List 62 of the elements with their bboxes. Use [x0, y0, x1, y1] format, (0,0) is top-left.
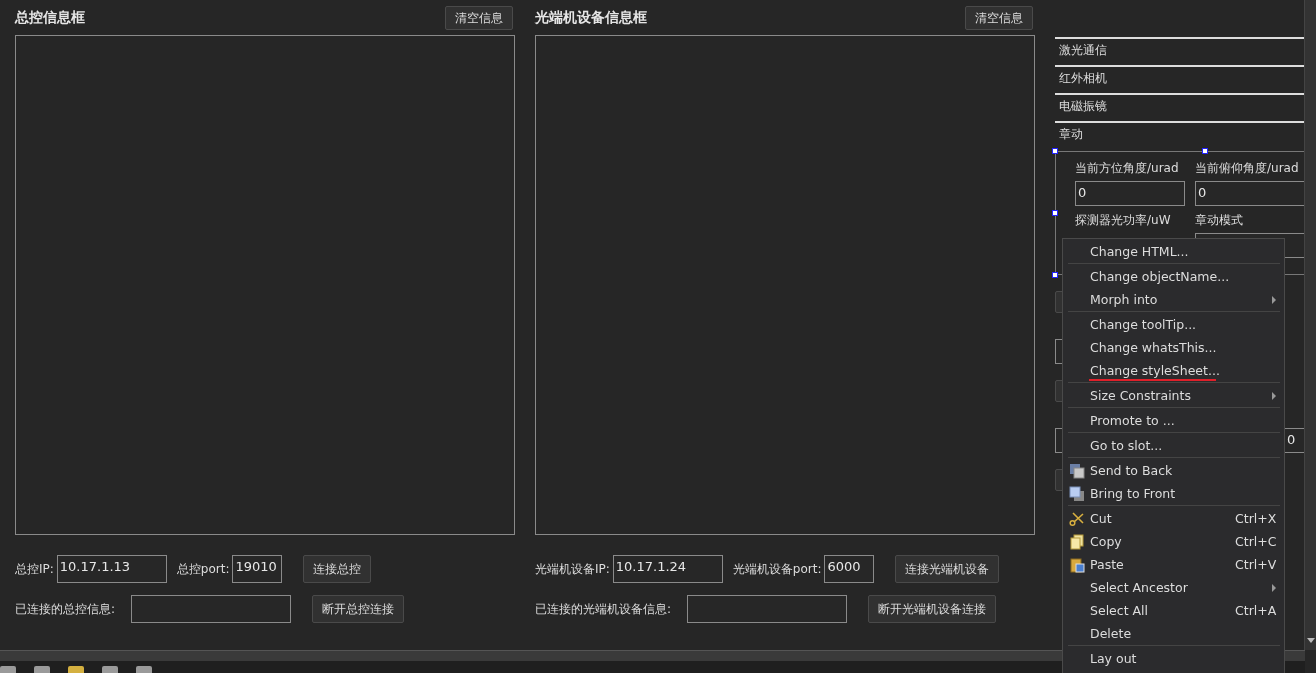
input-field[interactable]: 0 [1195, 181, 1305, 206]
ip-label: 光端机设备IP: [535, 560, 610, 578]
input-field[interactable] [131, 595, 292, 623]
clear-button[interactable]: 清空信息 [445, 6, 513, 30]
input-field[interactable] [687, 595, 848, 623]
menu-item[interactable]: Lay out [1063, 647, 1284, 670]
port-label: 总控port: [176, 560, 230, 578]
connected-info-label: 已连接的总控信息: [15, 600, 116, 618]
send-back-icon [1068, 462, 1085, 479]
selection-handle[interactable] [1202, 148, 1208, 154]
bring-front-icon [1068, 485, 1085, 502]
menu-item[interactable]: Send to Back [1063, 459, 1284, 482]
input-field[interactable]: 0 [1285, 428, 1305, 453]
disconnect-button[interactable]: 断开总控连接 [312, 595, 405, 623]
menu-item[interactable]: Select All Ctrl+A [1063, 599, 1284, 622]
field-label: 章动模式 [1195, 212, 1244, 229]
menu-item[interactable]: Paste Ctrl+V [1063, 553, 1284, 576]
shortcut-label: Ctrl+V [1235, 557, 1277, 572]
field-label: 当前方位角度/urad [1075, 160, 1180, 177]
disconnect-button[interactable]: 断开光端机设备连接 [868, 595, 997, 623]
menu-item[interactable]: Cut Ctrl+X [1063, 507, 1284, 530]
clear-button[interactable]: 清空信息 [965, 6, 1033, 30]
connected-info-label: 已连接的光端机设备信息: [535, 600, 672, 618]
connect-button[interactable]: 连接总控 [303, 555, 372, 583]
menu-item[interactable]: Change whatsThis... [1063, 336, 1284, 359]
copy-icon [1068, 533, 1085, 550]
info-text-area[interactable] [15, 35, 515, 535]
selection-handle[interactable] [1052, 272, 1058, 278]
ip-label: 总控IP: [15, 560, 54, 578]
panel-title: 光端机设备信息框 [535, 9, 647, 27]
input-field[interactable]: 19010 [232, 555, 283, 583]
menu-item[interactable]: Change toolTip... [1063, 313, 1284, 336]
menu-item[interactable]: Promote to ... [1063, 409, 1284, 432]
menu-item[interactable]: Change styleSheet... [1063, 359, 1284, 382]
info-text-area[interactable] [535, 35, 1035, 535]
selection-handle[interactable] [1052, 210, 1058, 216]
input-field[interactable]: 10.17.1.13 [56, 555, 167, 583]
scroll-down-icon[interactable] [1307, 638, 1315, 643]
selection-handle[interactable] [1052, 148, 1058, 154]
port-label: 光端机设备port: [732, 560, 822, 578]
input-field[interactable]: 6000 [824, 555, 875, 583]
menu-item[interactable]: Select Ancestor [1063, 576, 1284, 599]
field-label: 当前俯仰角度/urad [1195, 160, 1300, 177]
shortcut-label: Ctrl+X [1235, 511, 1277, 526]
menu-item[interactable]: Change objectName... [1063, 265, 1284, 288]
paste-icon [1068, 556, 1085, 573]
menu-item[interactable]: Go to slot... [1063, 434, 1284, 457]
menu-item[interactable]: Copy Ctrl+C [1063, 530, 1284, 553]
panel-title: 总控信息框 [15, 9, 85, 27]
input-field[interactable]: 10.17.1.24 [612, 555, 723, 583]
menu-item[interactable]: Change HTML... [1063, 240, 1284, 263]
scissors-icon [1068, 510, 1085, 527]
shortcut-label: Ctrl+A [1235, 603, 1277, 618]
menu-item[interactable]: Morph into [1063, 288, 1284, 311]
menu-item[interactable]: Bring to Front [1063, 482, 1284, 505]
connect-button[interactable]: 连接光端机设备 [895, 555, 1000, 583]
menu-item[interactable]: Size Constraints [1063, 384, 1284, 407]
vertical-scrollbar[interactable] [1304, 0, 1316, 650]
menu-item[interactable]: Delete [1063, 622, 1284, 645]
field-label: 探测器光功率/uW [1075, 212, 1172, 229]
input-field[interactable]: 0 [1075, 181, 1185, 206]
shortcut-label: Ctrl+C [1235, 534, 1277, 549]
